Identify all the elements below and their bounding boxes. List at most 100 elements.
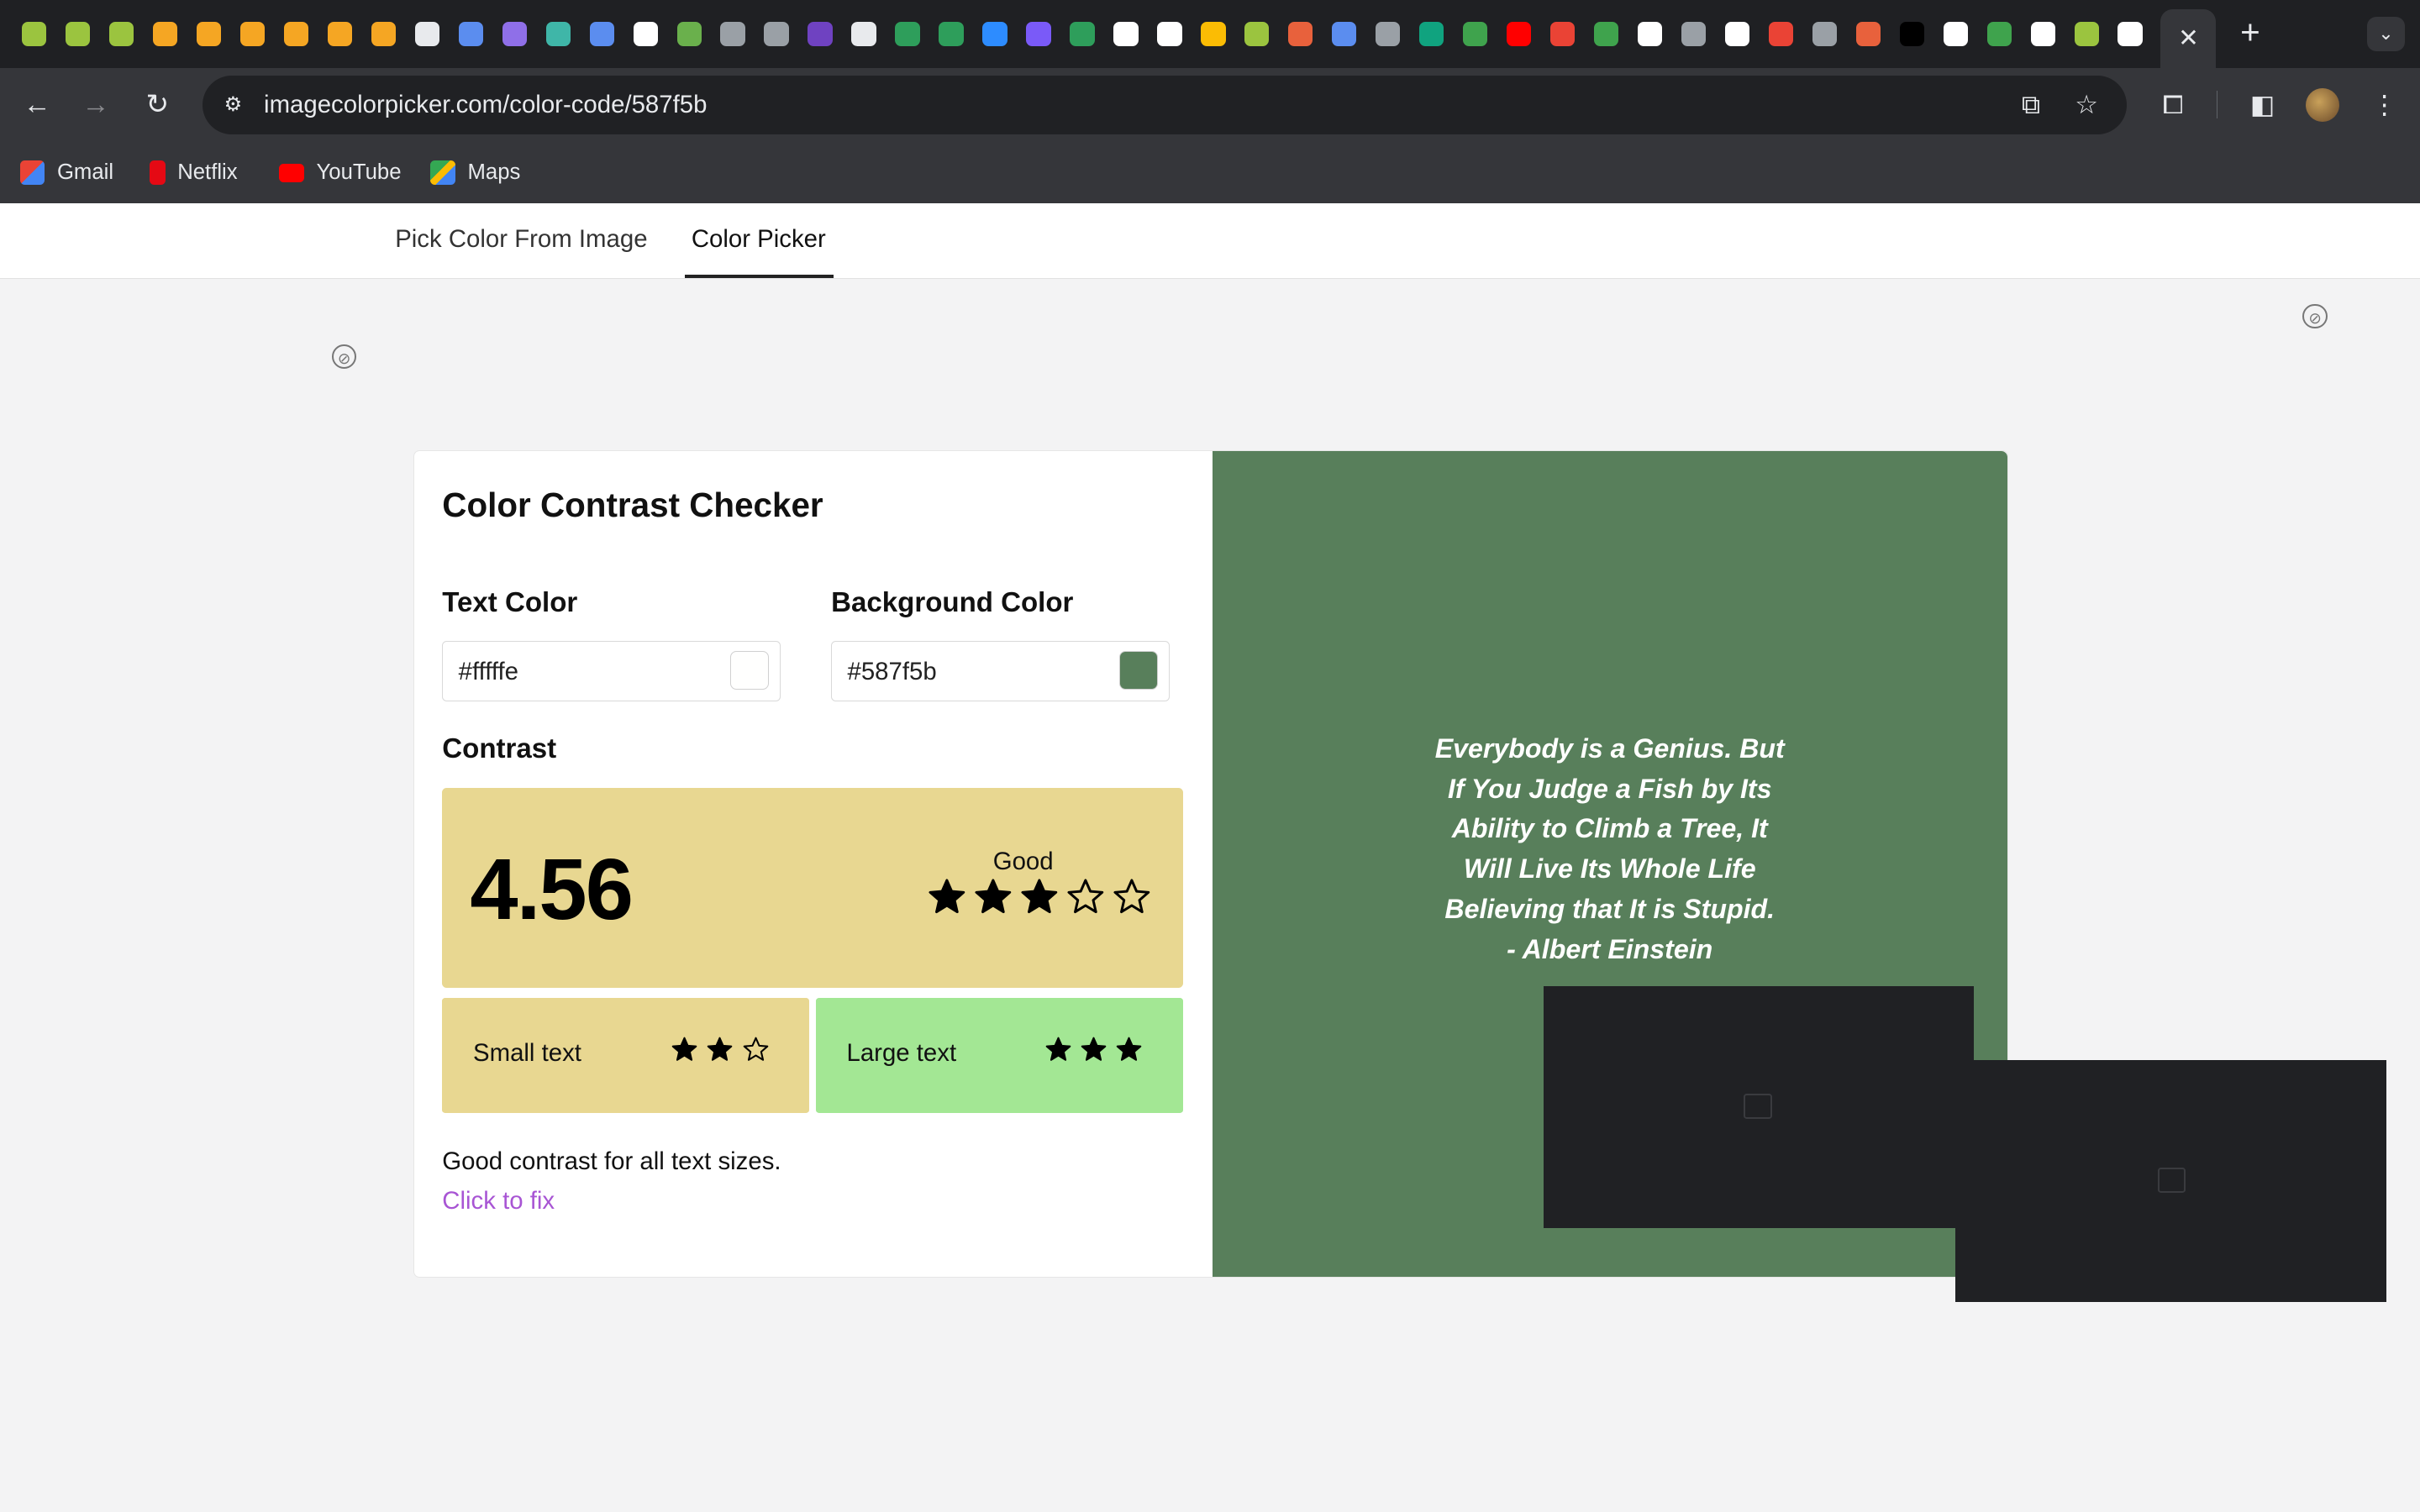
tab-favicon-icon[interactable] [1585,13,1628,55]
small-text-label: Small text [473,1039,581,1068]
tab-favicon-icon[interactable] [405,13,449,55]
tab-favicon-icon[interactable] [231,13,275,55]
floating-video-popup[interactable] [1955,1059,2386,1303]
install-app-icon[interactable]: ⧉ [2014,90,2048,121]
tab-favicon-icon[interactable] [2021,13,2065,55]
tab-favicon-icon[interactable] [580,13,623,55]
tab-favicon-icon[interactable] [1279,13,1323,55]
tab-favicon-icon[interactable] [929,13,973,55]
tab-favicon-icon[interactable] [1366,13,1410,55]
tab-favicon-icon[interactable] [449,13,492,55]
favicon-icon [2074,21,2099,47]
bookmark-youtube[interactable]: YouTube [279,157,402,188]
ad-choices-icon[interactable]: ⊘ [2302,303,2328,329]
tab-favicon-icon[interactable] [536,13,580,55]
tab-favicon-icon[interactable] [2065,13,2108,55]
tab-favicon-icon[interactable] [1846,13,1890,55]
favicon-icon [371,21,397,47]
address-bar[interactable]: ⚙ imagecolorpicker.com/color-code/587f5b… [202,75,2127,134]
tab-favicon-icon[interactable] [1977,13,2021,55]
url-text[interactable]: imagecolorpicker.com/color-code/587f5b [264,91,707,119]
preview-quote: Everybody is a Genius. But If You Judge a… [1428,729,1791,970]
tab-favicon-icon[interactable] [144,13,187,55]
forward-arrow-icon[interactable]: → [77,87,114,123]
tab-favicon-icon[interactable] [973,13,1017,55]
side-panel-icon[interactable]: ◧ [2244,87,2281,123]
click-to-fix-link[interactable]: Click to fix [442,1187,555,1215]
tab-favicon-icon[interactable] [1802,13,1846,55]
tab-favicon-icon[interactable] [1628,13,1672,55]
tab-favicon-icon[interactable] [1759,13,1802,55]
reload-icon[interactable]: ↻ [139,87,176,123]
tab-favicon-icon[interactable] [1235,13,1279,55]
bookmarks-bar: Gmail Netflix YouTube Maps [0,141,2420,204]
tab-favicon-icon[interactable] [100,13,144,55]
tab-favicon-icon[interactable] [1672,13,1716,55]
tab-favicon-icon[interactable] [2108,13,2152,55]
tab-favicon-icon[interactable] [1497,13,1541,55]
bookmark-gmail[interactable]: Gmail [19,157,113,188]
tab-favicon-icon[interactable] [1541,13,1585,55]
tab-color-picker[interactable]: Color Picker [692,225,826,254]
tab-favicon-icon[interactable] [1890,13,1933,55]
browser-menu-icon[interactable]: ⋮ [2366,87,2403,123]
active-tab[interactable]: ✕ [2160,9,2217,68]
background-color-swatch[interactable] [1118,651,1158,690]
tab-favicon-icon[interactable] [492,13,536,55]
favicon-icon [764,21,789,47]
tab-favicon-icon[interactable] [13,13,56,55]
tab-favicon-icon[interactable] [842,13,886,55]
checker-panel: Color Contrast Checker Text Color #fffff… [414,451,1213,1277]
favicon-icon [1812,21,1838,47]
star-filled-icon [1045,1037,1071,1062]
extensions-icon[interactable]: ⧠ [2154,87,2191,123]
favicon-icon [982,21,1007,47]
tab-favicon-icon[interactable] [318,13,361,55]
background-color-value[interactable]: #587f5b [848,658,937,686]
favicon-icon [502,21,528,47]
floating-video-popup[interactable] [1543,985,1975,1228]
favicon-icon [1986,21,2012,47]
favicon-icon [1026,21,1051,47]
tab-favicon-icon[interactable] [1454,13,1497,55]
close-tab-icon[interactable]: ✕ [2178,24,2199,53]
text-color-swatch[interactable] [729,651,769,690]
tab-favicon-icon[interactable] [1410,13,1454,55]
tab-favicon-icon[interactable] [798,13,842,55]
tab-favicon-icon[interactable] [1017,13,1060,55]
profile-avatar[interactable] [2306,87,2340,123]
tab-favicon-icon[interactable] [711,13,755,55]
tab-favicon-icon[interactable] [886,13,929,55]
tab-favicon-icon[interactable] [1715,13,1759,55]
tab-favicon-icon[interactable] [56,13,100,55]
favicon-icon [2030,21,2055,47]
bookmark-label: Netflix [177,160,238,185]
tab-search-button[interactable]: ⌄ [2367,17,2405,51]
new-tab-button[interactable]: + [2232,15,2269,52]
tab-favicon-icon[interactable] [1192,13,1235,55]
bookmark-netflix[interactable]: Netflix [150,157,238,188]
tab-favicon-icon[interactable] [1148,13,1192,55]
bookmark-star-icon[interactable]: ☆ [2070,90,2103,121]
tab-favicon-icon[interactable] [1104,13,1148,55]
bookmark-maps[interactable]: Maps [430,157,520,188]
favicon-icon [327,21,353,47]
tab-pick-color-from-image[interactable]: Pick Color From Image [395,225,647,254]
back-arrow-icon[interactable]: ← [18,87,55,123]
tab-favicon-icon[interactable] [187,13,231,55]
tab-favicon-icon[interactable] [755,13,798,55]
quote-line: Ability to Climb a Tree, It [1451,813,1768,844]
tab-favicon-icon[interactable] [1323,13,1366,55]
text-color-field[interactable]: #fffffe [442,641,781,701]
tab-favicon-icon[interactable] [623,13,667,55]
tab-favicon-icon[interactable] [1060,13,1104,55]
favicon-icon [458,21,484,47]
tab-favicon-icon[interactable] [275,13,318,55]
tab-favicon-icon[interactable] [667,13,711,55]
tab-favicon-icon[interactable] [361,13,405,55]
site-info-icon[interactable]: ⚙ [218,90,249,121]
ad-choices-icon[interactable]: ⊘ [331,344,357,369]
background-color-field[interactable]: #587f5b [831,641,1170,701]
text-color-value[interactable]: #fffffe [459,658,518,686]
tab-favicon-icon[interactable] [1933,13,1977,55]
